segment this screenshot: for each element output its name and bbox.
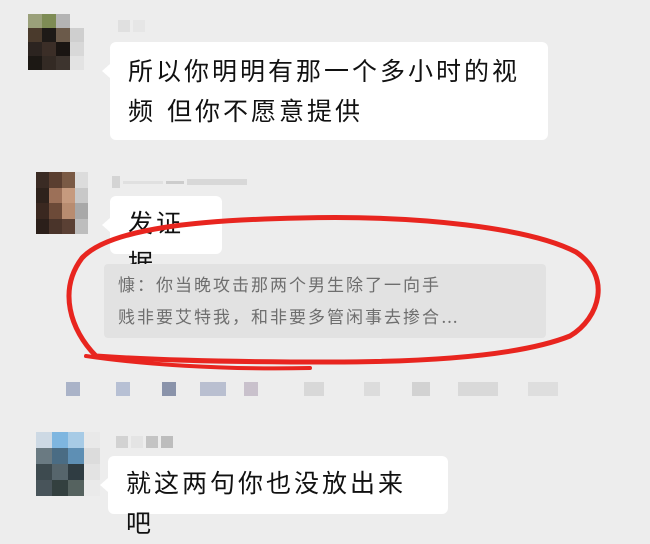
quote-text-line: 贱非要艾特我，和非要多管闲事去掺合… xyxy=(118,308,460,328)
message-bubble[interactable]: 所以你明明有那一个多小时的视 频 但你不愿意提供 xyxy=(102,42,548,140)
message-bubble[interactable]: 发证据 xyxy=(102,196,222,278)
quote-sender: 慷 xyxy=(118,276,137,296)
sender-name-blurred xyxy=(112,174,247,190)
message-text-line: 频 但你不愿意提供 xyxy=(128,97,363,126)
avatar[interactable] xyxy=(28,14,84,70)
sender-name-blurred xyxy=(118,18,145,34)
message-text-line: 所以你明明有那一个多小时的视 xyxy=(128,57,521,86)
avatar[interactable] xyxy=(36,432,100,496)
quote-text-line: 你当晚攻击那两个男生除了一向手 xyxy=(156,276,441,296)
blurred-row xyxy=(66,382,558,396)
avatar[interactable] xyxy=(36,172,88,234)
quoted-message[interactable]: 慷：你当晚攻击那两个男生除了一向手 贱非要艾特我，和非要多管闲事去掺合… xyxy=(104,264,546,338)
quote-line: 慷：你当晚攻击那两个男生除了一向手 xyxy=(118,270,532,302)
annotation-stroke-tail xyxy=(84,354,312,371)
sender-name-blurred xyxy=(116,434,173,450)
message-text: 就这两句你也没放出来吧 xyxy=(126,469,407,538)
message-bubble[interactable]: 就这两句你也没放出来吧 xyxy=(100,456,448,538)
quote-separator: ： xyxy=(137,276,156,296)
